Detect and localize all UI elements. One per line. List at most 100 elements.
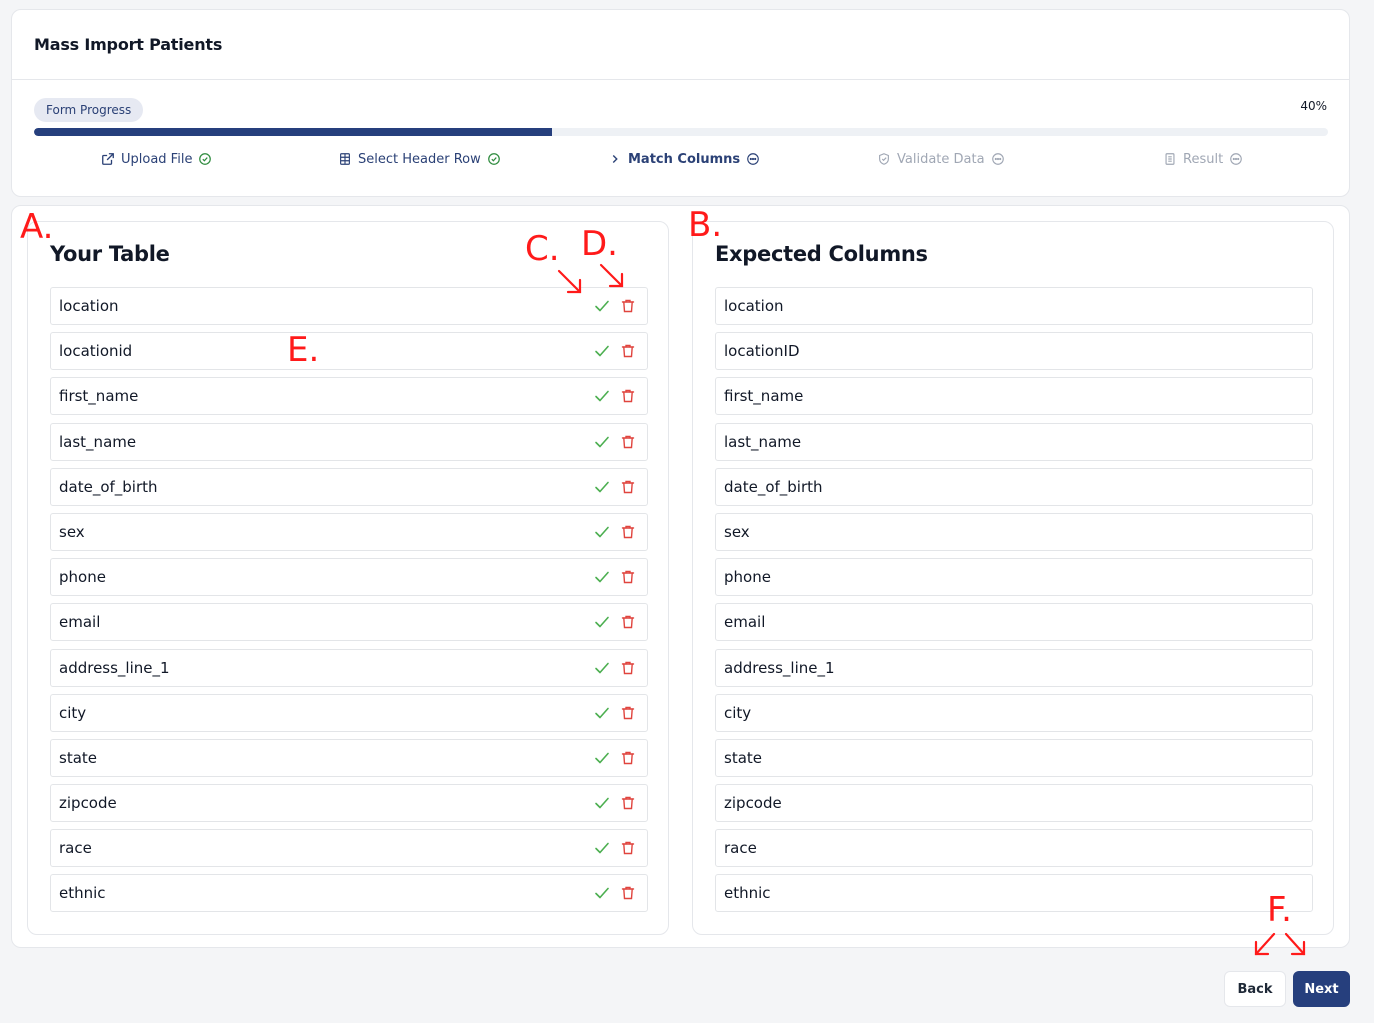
column-row[interactable]: zipcode xyxy=(50,784,648,823)
check-icon[interactable] xyxy=(594,660,610,676)
column-row: location xyxy=(715,287,1313,325)
step-label: Validate Data xyxy=(897,151,985,167)
step-match-columns[interactable]: Match Columns xyxy=(608,150,760,168)
column-row[interactable]: sex xyxy=(50,512,648,551)
expected-columns-panel: Expected Columns location locationID first… xyxy=(692,221,1334,935)
column-name: state xyxy=(724,748,762,767)
check-circle-icon xyxy=(487,153,500,165)
column-name[interactable]: state xyxy=(59,749,97,767)
check-icon[interactable] xyxy=(594,298,610,314)
trash-icon[interactable] xyxy=(620,298,636,314)
column-name: phone xyxy=(724,568,771,587)
more-circle-icon xyxy=(1230,153,1242,165)
progress-fill xyxy=(34,128,552,136)
more-circle-icon xyxy=(991,153,1004,165)
annotation-d: D. xyxy=(581,224,618,264)
your-table-list: location locationid first_name last_namedat… xyxy=(50,287,648,920)
back-button[interactable]: Back xyxy=(1224,971,1286,1007)
step-result[interactable]: Result xyxy=(1163,150,1243,168)
progress-percent: 40% xyxy=(1300,99,1327,113)
column-name[interactable]: ethnic xyxy=(59,884,106,902)
column-name: ethnic xyxy=(724,884,771,903)
document-icon xyxy=(1165,153,1175,165)
column-row[interactable]: city xyxy=(50,693,648,732)
trash-icon[interactable] xyxy=(620,885,636,901)
step-validate-data[interactable]: Validate Data xyxy=(877,150,1005,168)
column-row[interactable]: race xyxy=(50,829,648,868)
annotation-arrow-c xyxy=(557,269,582,294)
column-row: first_name xyxy=(715,377,1313,416)
progress-track xyxy=(34,128,1328,136)
column-row: city xyxy=(715,693,1313,732)
check-icon[interactable] xyxy=(594,750,610,766)
trash-icon[interactable] xyxy=(620,795,636,811)
column-row: address_line_1 xyxy=(715,648,1313,687)
check-icon[interactable] xyxy=(594,479,610,495)
annotation-f: F. xyxy=(1267,890,1292,930)
column-name[interactable]: first_name xyxy=(59,387,138,405)
column-row[interactable]: locationid xyxy=(50,332,648,371)
check-icon[interactable] xyxy=(594,388,610,404)
column-name[interactable]: last_name xyxy=(59,433,136,451)
trash-icon[interactable] xyxy=(620,569,636,585)
column-row[interactable]: last_name xyxy=(50,422,648,461)
table-icon xyxy=(340,153,350,165)
column-row[interactable]: first_name xyxy=(50,377,648,416)
column-name[interactable]: race xyxy=(59,839,92,857)
trash-icon[interactable] xyxy=(620,614,636,630)
check-icon[interactable] xyxy=(594,885,610,901)
column-name[interactable]: date_of_birth xyxy=(59,478,158,496)
column-row[interactable]: ethnic xyxy=(50,874,648,913)
progress-badge: Form Progress xyxy=(34,98,144,122)
check-icon[interactable] xyxy=(594,569,610,585)
column-row: last_name xyxy=(715,422,1313,461)
check-icon[interactable] xyxy=(594,524,610,540)
check-icon[interactable] xyxy=(594,705,610,721)
column-row[interactable]: address_line_1 xyxy=(50,648,648,687)
your-table-title: Your Table xyxy=(50,242,170,266)
check-icon[interactable] xyxy=(594,795,610,811)
column-name: zipcode xyxy=(724,794,782,813)
step-label: Upload File xyxy=(121,151,193,167)
column-name[interactable]: address_line_1 xyxy=(59,659,170,677)
trash-icon[interactable] xyxy=(620,840,636,856)
trash-icon[interactable] xyxy=(620,705,636,721)
column-name[interactable]: location xyxy=(59,297,119,315)
trash-icon[interactable] xyxy=(620,750,636,766)
column-row: sex xyxy=(715,512,1313,551)
check-icon[interactable] xyxy=(594,840,610,856)
step-upload-file[interactable]: Upload File xyxy=(101,150,212,168)
annotation-b: B. xyxy=(688,205,723,245)
check-circle-icon xyxy=(199,153,212,165)
trash-icon[interactable] xyxy=(620,388,636,404)
column-name[interactable]: sex xyxy=(59,523,85,541)
column-name: date_of_birth xyxy=(724,477,823,496)
column-name[interactable]: email xyxy=(59,613,100,631)
column-row: email xyxy=(715,603,1313,642)
your-table-panel: Your Table location locationid first_name l… xyxy=(27,221,669,935)
column-name: location xyxy=(724,297,784,315)
trash-icon[interactable] xyxy=(620,434,636,450)
next-button[interactable]: Next xyxy=(1293,971,1350,1007)
trash-icon[interactable] xyxy=(620,660,636,676)
column-name: address_line_1 xyxy=(724,658,835,677)
check-icon[interactable] xyxy=(594,614,610,630)
column-row[interactable]: phone xyxy=(50,558,648,597)
trash-icon[interactable] xyxy=(620,479,636,495)
trash-icon[interactable] xyxy=(620,343,636,359)
annotation-e: E. xyxy=(287,330,320,370)
column-row[interactable]: state xyxy=(50,738,648,777)
column-name[interactable]: phone xyxy=(59,568,106,586)
column-name[interactable]: zipcode xyxy=(59,794,117,812)
column-row[interactable]: date_of_birth xyxy=(50,467,648,506)
column-row: state xyxy=(715,738,1313,777)
trash-icon[interactable] xyxy=(620,524,636,540)
check-icon[interactable] xyxy=(594,434,610,450)
check-icon[interactable] xyxy=(594,343,610,359)
step-select-header-row[interactable]: Select Header Row xyxy=(338,150,501,168)
column-name[interactable]: city xyxy=(59,704,86,722)
column-name[interactable]: locationid xyxy=(59,342,132,360)
column-row[interactable]: email xyxy=(50,603,648,642)
column-name: race xyxy=(724,839,757,858)
column-row: date_of_birth xyxy=(715,467,1313,506)
